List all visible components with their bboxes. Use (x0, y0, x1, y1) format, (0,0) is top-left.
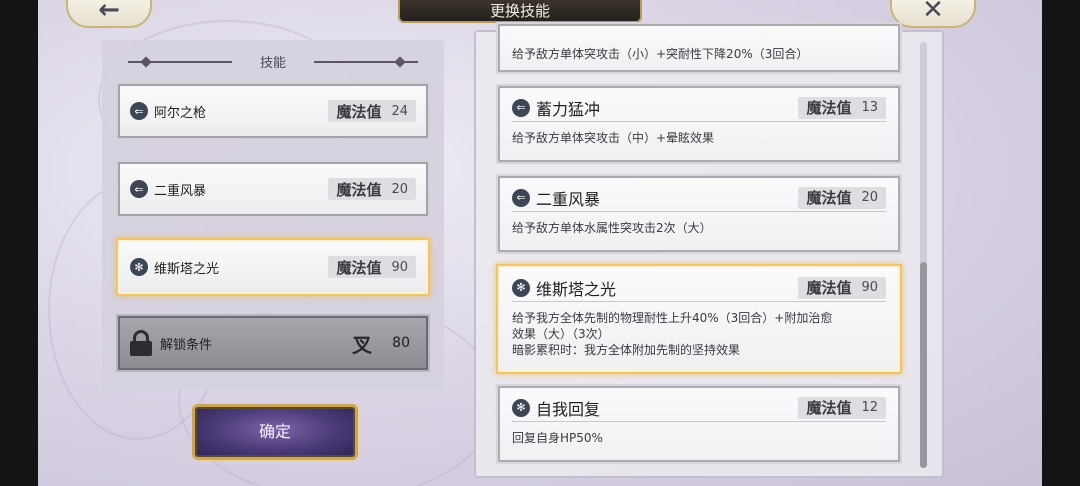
skill-card-header: ✻ 自我回复 魔法值 12 (512, 396, 886, 422)
skill-name: 维斯塔之光 (536, 279, 617, 299)
mp-chip: 魔法值 24 (328, 100, 416, 122)
close-icon: ✕ (922, 0, 944, 25)
snowflake-icon: ✻ (512, 278, 530, 297)
mp-chip: 魔法值 20 (328, 178, 416, 200)
mp-label: 魔法值 (336, 180, 382, 199)
mp-value: 12 (861, 400, 878, 415)
skill-desc: 回复自身HP50% (512, 431, 603, 445)
mp-value: 20 (391, 181, 408, 197)
mp-value: 13 (861, 100, 878, 115)
arrow-left-icon: ← (98, 0, 120, 25)
mp-value: 20 (861, 190, 878, 205)
scrollbar-thumb[interactable] (920, 262, 927, 468)
mp-value: 90 (861, 280, 878, 295)
arrow-icon: ⇐ (512, 188, 530, 207)
unlock-value: 80 (392, 335, 410, 351)
skill-slot-3[interactable]: ✻ 维斯塔之光 魔法值 90 (116, 238, 430, 296)
mp-label: 魔法值 (806, 189, 852, 207)
skill-name: 二重风暴 (154, 183, 207, 199)
header-ornament-right (314, 61, 418, 63)
mp-value: 24 (391, 103, 408, 119)
unlock-condition-label: 解锁条件 (160, 337, 213, 353)
skill-card-partial[interactable]: 给予敌方单体突攻击（小）+突耐性下降20%（3回合） (496, 22, 902, 74)
arrow-icon: ⇐ (130, 102, 148, 120)
arrow-icon: ⇐ (130, 180, 148, 198)
skill-card-selected[interactable]: ✻ 维斯塔之光 魔法值 90 给予我方全体先制的物理耐性上升40%（3回合）+附… (496, 264, 902, 374)
skill-card-header: ✻ 维斯塔之光 魔法值 90 (512, 276, 886, 302)
arrow-icon: ⇐ (512, 98, 530, 117)
mp-label: 魔法值 (806, 399, 852, 417)
skill-card-header: ⇐ 蓄力猛冲 魔法值 13 (512, 96, 886, 122)
mp-chip: 魔法值 20 (798, 186, 886, 209)
skill-desc: 给予敌方单体突攻击（中）+晕眩效果 (512, 131, 715, 145)
mp-chip: 魔法值 90 (798, 276, 886, 299)
skill-desc-line: 效果（大）（3次） (512, 327, 610, 341)
scrollbar[interactable] (920, 42, 927, 468)
skill-card-header: ⇐ 二重风暴 魔法值 20 (512, 186, 886, 212)
mp-chip: 魔法值 90 (328, 256, 416, 278)
skill-desc-line: 暗影累积时：我方全体附加先制的坚持效果 (512, 343, 741, 357)
skill-slot-2[interactable]: ⇐ 二重风暴 魔法值 20 (116, 160, 430, 218)
screen-edge-right (1042, 0, 1080, 486)
skill-name: 二重风暴 (536, 189, 601, 209)
snowflake-icon: ✻ (512, 398, 530, 417)
skill-card[interactable]: ⇐ 二重风暴 魔法值 20 给予敌方单体水属性突攻击2次（大） (496, 174, 902, 254)
skill-desc: 给予敌方单体突攻击（小）+突耐性下降20%（3回合） (512, 47, 809, 61)
snowflake-icon: ✻ (130, 258, 148, 276)
skill-slot-1[interactable]: ⇐ 阿尔之枪 魔法值 24 (116, 82, 430, 140)
skill-card[interactable]: ⇐ 蓄力猛冲 魔法值 13 给予敌方单体突攻击（中）+晕眩效果 (496, 84, 902, 164)
confirm-button[interactable]: 确定 (192, 404, 358, 460)
equipped-skills-panel: 技能 ⇐ 阿尔之枪 魔法值 24 ⇐ 二重风暴 魔法值 20 ✻ 维斯塔之光 魔… (102, 40, 444, 390)
mp-label: 魔法值 (806, 99, 852, 117)
skill-desc-line: 给予我方全体先制的物理耐性上升40%（3回合）+附加治愈 (512, 311, 833, 325)
mp-label: 魔法值 (806, 279, 852, 297)
skill-card[interactable]: ✻ 自我回复 魔法值 12 回复自身HP50% (496, 384, 902, 464)
screen-edge-left (0, 0, 38, 486)
locked-skill-slot[interactable]: 解锁条件 叉 80 (116, 314, 430, 372)
back-button[interactable]: ← (66, 0, 152, 28)
lock-icon (130, 330, 152, 356)
close-button[interactable]: ✕ (890, 0, 976, 28)
mp-chip: 魔法值 13 (798, 96, 886, 119)
mp-label: 魔法值 (336, 258, 382, 277)
skill-name: 阿尔之枪 (154, 105, 207, 121)
skill-desc: 给予敌方单体水属性突攻击2次（大） (512, 221, 712, 235)
unlock-item-icon: 叉 (352, 332, 373, 357)
skill-name: 维斯塔之光 (154, 261, 220, 277)
mp-label: 魔法值 (336, 102, 382, 121)
skill-desc: 给予我方全体先制的物理耐性上升40%（3回合）+附加治愈 效果（大）（3次） 暗… (512, 302, 886, 358)
mp-value: 90 (391, 259, 408, 275)
skill-name: 自我回复 (536, 399, 601, 419)
skill-name: 蓄力猛冲 (536, 99, 601, 119)
page-title: 更换技能 (398, 0, 642, 23)
mp-chip: 魔法值 12 (798, 396, 886, 419)
